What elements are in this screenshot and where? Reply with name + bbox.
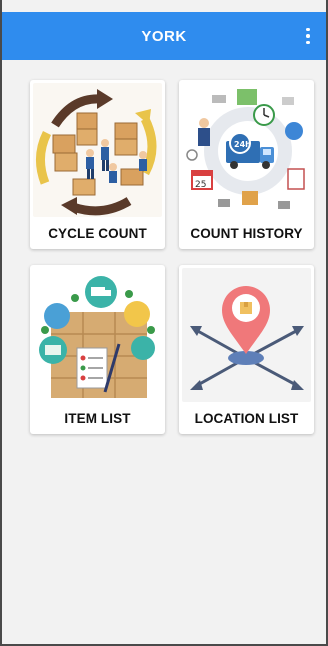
app-bar: YORK [2,12,326,60]
tile-label: ITEM LIST [64,410,131,426]
tile-label: CYCLE COUNT [48,225,147,241]
item-list-tile[interactable]: ITEM LIST [30,265,165,434]
count-history-tile[interactable]: 24h 25 COUNT HISTORY [179,80,314,249]
count-history-illustration: 24h 25 [182,83,311,217]
svg-text:25: 25 [195,180,206,190]
location-list-illustration [182,268,311,402]
svg-text:24h: 24h [234,140,251,149]
tile-label: LOCATION LIST [194,410,299,426]
more-vert-icon [306,27,310,32]
cycle-count-illustration [33,83,162,217]
tile-label: COUNT HISTORY [190,225,303,241]
app-screen: YORK CYCLE COUNT 24h 25 COUNT HISTORY IT… [0,0,328,646]
more-options-button[interactable] [296,22,320,50]
app-title: YORK [141,27,187,45]
item-list-illustration [33,268,162,402]
cycle-count-tile[interactable]: CYCLE COUNT [30,80,165,249]
location-list-tile[interactable]: LOCATION LIST [179,265,314,434]
